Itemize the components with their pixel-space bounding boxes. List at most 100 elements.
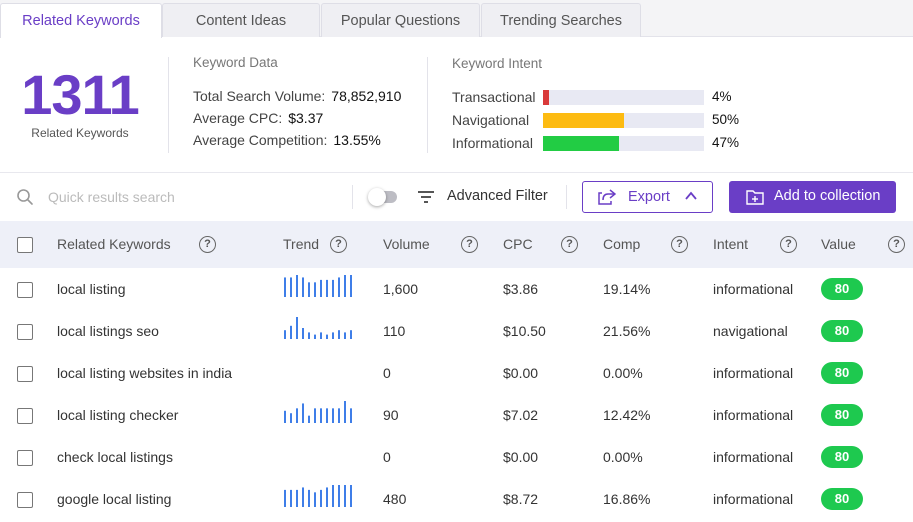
intent-cell: informational (713, 365, 794, 381)
help-icon[interactable]: ? (330, 236, 347, 253)
trend-bar (350, 485, 352, 507)
keyword-cell[interactable]: local listings seo (57, 310, 159, 352)
trend-bar (284, 410, 286, 423)
tab-content-ideas[interactable]: Content Ideas (162, 3, 320, 37)
cpc-cell: $0.00 (503, 449, 539, 465)
volume-cell: 90 (383, 407, 399, 423)
column-header-trend[interactable]: Trend (283, 221, 319, 268)
trend-bar (320, 489, 322, 507)
row-checkbox[interactable] (17, 492, 33, 508)
cpc-cell: $10.50 (503, 323, 546, 339)
value-badge: 80 (821, 362, 863, 384)
intent-bar-track (543, 136, 704, 151)
column-header-cpc[interactable]: CPC (503, 221, 533, 268)
trend-bar (326, 408, 328, 423)
trend-bar (344, 275, 346, 297)
table-row: local listing 1,600 $3.86 19.14% informa… (0, 268, 913, 310)
related-keywords-count: 1311 (21, 63, 140, 126)
volume-cell: 0 (383, 365, 391, 381)
column-header-comp[interactable]: Comp (603, 221, 640, 268)
tab-bar: Related Keywords Content Ideas Popular Q… (0, 0, 913, 38)
trend-sparkline (284, 485, 352, 507)
column-header-value[interactable]: Value (821, 221, 856, 268)
folder-add-icon (746, 190, 764, 205)
volume-cell: 480 (383, 491, 407, 507)
keyword-cell[interactable]: google local listing (57, 478, 171, 520)
keyword-cell[interactable]: local listing websites in india (57, 352, 232, 394)
trend-bar (314, 282, 316, 297)
table-row: local listing checker 90 $7.02 12.42% in… (0, 394, 913, 436)
help-icon[interactable]: ? (671, 236, 688, 253)
intent-row-navigational: Navigational 50% (452, 111, 772, 129)
trend-bar (350, 275, 352, 297)
row-checkbox[interactable] (17, 282, 33, 298)
add-to-collection-label: Add to collection (774, 188, 881, 204)
intent-bar-fill (543, 136, 619, 151)
column-header-intent[interactable]: Intent (713, 221, 748, 268)
intent-bar-fill (543, 90, 550, 105)
trend-sparkline (283, 436, 355, 478)
keyword-cell[interactable]: check local listings (57, 436, 173, 478)
trend-sparkline (283, 352, 355, 394)
row-checkbox[interactable] (17, 450, 33, 466)
tab-related-keywords[interactable]: Related Keywords (0, 3, 162, 38)
trend-bar (344, 401, 346, 423)
summary-panel: 1311 Related Keywords Keyword Data Total… (0, 37, 913, 173)
row-checkbox[interactable] (17, 366, 33, 382)
trend-bar (326, 487, 328, 507)
trend-bar (302, 328, 304, 339)
tab-popular-questions[interactable]: Popular Questions (321, 3, 480, 37)
intent-cell: informational (713, 281, 794, 297)
trend-bar (290, 277, 292, 297)
intent-label: Navigational (452, 112, 530, 128)
help-icon[interactable]: ? (561, 236, 578, 253)
column-header-keyword[interactable]: Related Keywords (57, 221, 171, 268)
intent-row-transactional: Transactional 4% (452, 88, 772, 106)
related-keywords-count-label: Related Keywords (31, 126, 129, 140)
row-checkbox[interactable] (17, 408, 33, 424)
cpc-cell: $8.72 (503, 491, 539, 507)
export-icon (598, 189, 616, 205)
table-row: local listing websites in india 0 $0.00 … (0, 352, 913, 394)
keyword-cell[interactable]: local listing (57, 268, 125, 310)
help-icon[interactable]: ? (888, 236, 905, 253)
select-all-checkbox[interactable] (17, 237, 33, 253)
keyword-cell[interactable]: local listing checker (57, 394, 178, 436)
trend-bar (350, 330, 352, 339)
tab-trending-searches[interactable]: Trending Searches (481, 3, 641, 37)
intent-cell: informational (713, 407, 794, 423)
trend-bar (296, 489, 298, 507)
help-icon[interactable]: ? (461, 236, 478, 253)
quick-search-input[interactable] (48, 185, 328, 209)
help-icon[interactable]: ? (199, 236, 216, 253)
intent-label: Transactional (452, 89, 536, 105)
average-cpc-label: Average CPC: (193, 110, 283, 126)
trend-bar (284, 277, 286, 297)
trend-bar (338, 330, 340, 339)
table-row: check local listings 0 $0.00 0.00% infor… (0, 436, 913, 478)
intent-percent: 47% (712, 135, 740, 150)
value-badge: 80 (821, 278, 863, 300)
export-button[interactable]: Export (582, 181, 713, 213)
trend-bar (308, 415, 310, 423)
intent-cell: informational (713, 449, 794, 465)
trend-bar (284, 330, 286, 339)
trend-sparkline (284, 317, 352, 339)
divider (168, 57, 169, 153)
add-to-collection-button[interactable]: Add to collection (729, 181, 896, 213)
trend-bar (314, 408, 316, 423)
help-icon[interactable]: ? (780, 236, 797, 253)
toggle-knob (368, 188, 386, 206)
trend-bar (326, 279, 328, 297)
trend-sparkline (284, 275, 352, 297)
divider (566, 185, 567, 209)
divider (352, 185, 353, 209)
trend-bar (308, 332, 310, 339)
trend-bar (338, 277, 340, 297)
value-badge: 80 (821, 404, 863, 426)
average-cpc-row: Average CPC: $3.37 (193, 110, 323, 126)
row-checkbox[interactable] (17, 324, 33, 340)
column-header-volume[interactable]: Volume (383, 221, 430, 268)
advanced-filter-button[interactable]: Advanced Filter (447, 188, 548, 204)
toggle-switch[interactable] (368, 188, 397, 206)
